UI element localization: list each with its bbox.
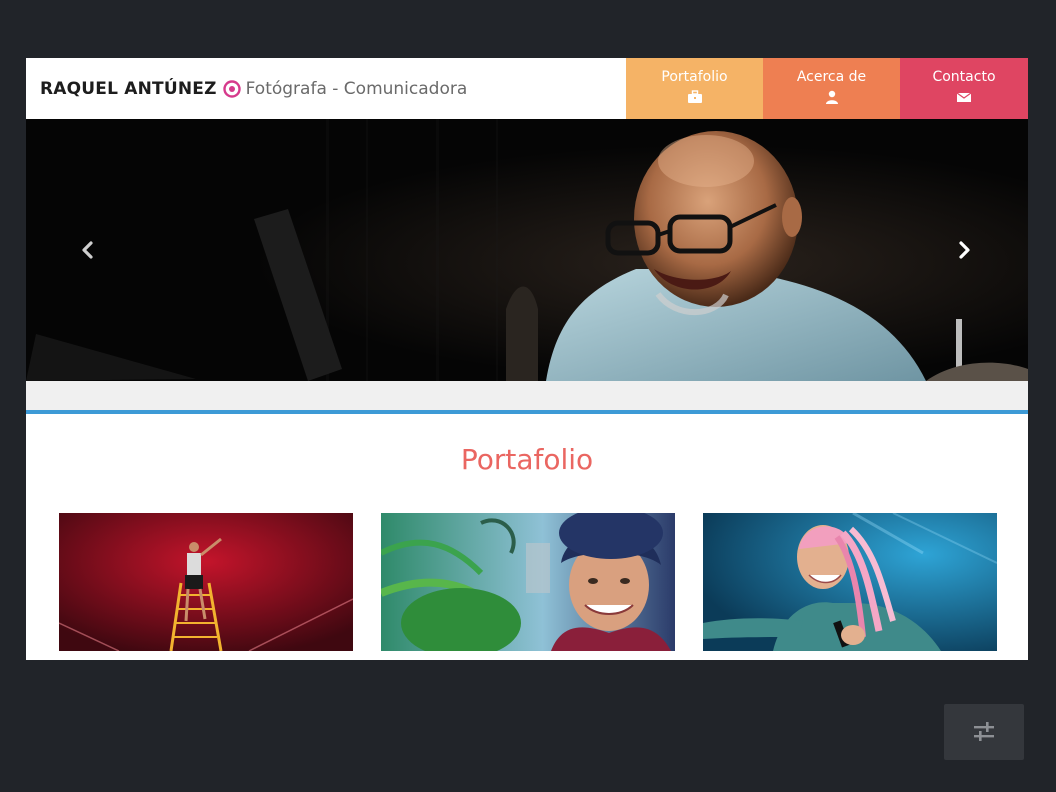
target-icon — [222, 80, 241, 98]
hero-carousel — [26, 119, 1028, 381]
hero-slide-image — [26, 119, 1028, 381]
brand-name: RAQUEL ANTÚNEZ — [40, 79, 217, 99]
user-icon — [824, 89, 840, 104]
settings-button[interactable] — [944, 704, 1024, 760]
portfolio-thumbnail — [381, 513, 675, 651]
nav-label-portafolio: Portafolio — [661, 69, 728, 85]
carousel-next-button[interactable] — [954, 239, 974, 261]
nav-item-acerca-de[interactable]: Acerca de — [763, 58, 900, 119]
portfolio-item-acrobat[interactable] — [59, 513, 353, 651]
nav-item-portafolio[interactable]: Portafolio — [626, 58, 763, 119]
portfolio-item-singer[interactable] — [703, 513, 997, 651]
brand-tagline: Fotógrafa - Comunicadora — [245, 79, 468, 99]
envelope-icon — [956, 89, 972, 103]
main-nav: Portafolio Acerca de Contacto — [626, 58, 1028, 119]
portfolio-thumbnail — [59, 513, 353, 651]
sliders-icon — [974, 722, 994, 741]
nav-item-contacto[interactable]: Contacto — [900, 58, 1028, 119]
nav-label-acerca-de: Acerca de — [796, 69, 867, 85]
site-header: RAQUEL ANTÚNEZ Fotógrafa - Comunicadora … — [26, 58, 1028, 119]
carousel-prev-button[interactable] — [78, 239, 98, 261]
chevron-right-icon — [959, 241, 970, 259]
briefcase-icon — [687, 89, 703, 103]
portfolio-heading: Portafolio — [460, 443, 594, 476]
portfolio-item-portrait-hat[interactable] — [381, 513, 675, 651]
section-band — [26, 381, 1028, 410]
brand[interactable]: RAQUEL ANTÚNEZ Fotógrafa - Comunicadora — [40, 78, 467, 100]
section-divider — [26, 410, 1028, 414]
nav-label-contacto: Contacto — [932, 69, 996, 85]
chevron-left-icon — [82, 241, 93, 259]
portfolio-thumbnail — [703, 513, 997, 651]
website-frame: RAQUEL ANTÚNEZ Fotógrafa - Comunicadora … — [26, 58, 1028, 660]
